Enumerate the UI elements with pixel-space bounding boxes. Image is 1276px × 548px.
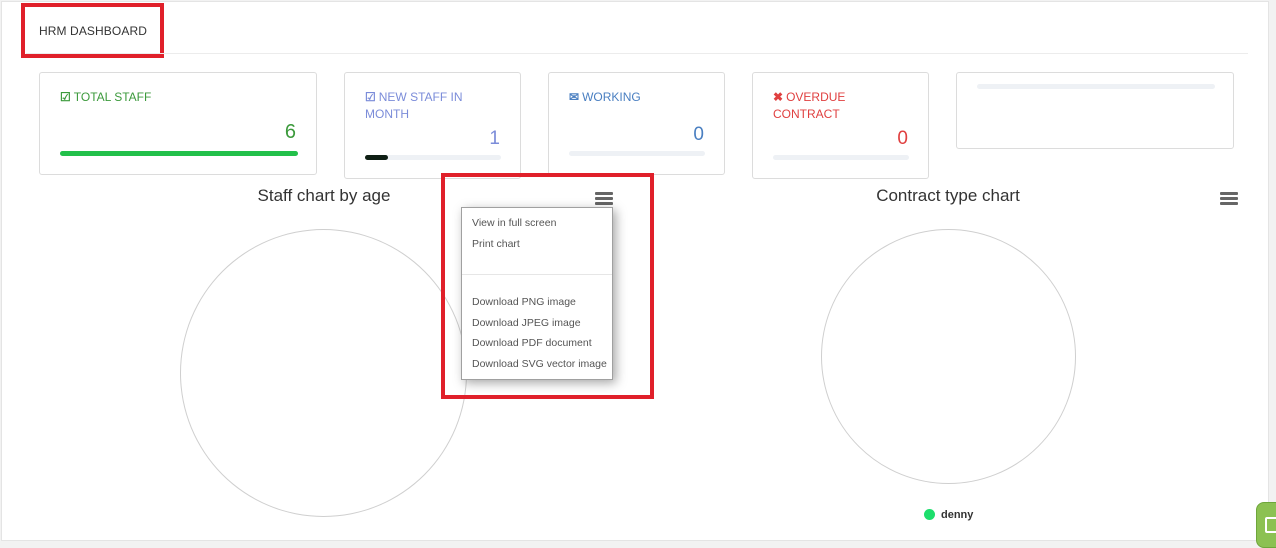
title-divider	[26, 53, 1248, 54]
card-label-text: NEW STAFF IN MONTH	[365, 90, 463, 121]
card-placeholder-bar	[977, 84, 1215, 89]
legend-dot-icon	[924, 509, 935, 520]
card-working[interactable]: ✉ WORKING 0	[548, 72, 725, 175]
card-label-text: TOTAL STAFF	[73, 90, 152, 104]
card-overdue-contract-label: ✖ OVERDUE CONTRACT	[773, 89, 893, 123]
card-placeholder	[956, 72, 1234, 149]
card-working-value: 0	[693, 124, 704, 145]
age-pie-chart[interactable]	[180, 229, 467, 517]
card-label-text: WORKING	[582, 90, 641, 104]
edit-icon: ☑	[365, 90, 376, 104]
card-label-text: OVERDUE CONTRACT	[773, 90, 846, 121]
highlight-box-menu	[441, 173, 654, 399]
page-title: HRM DASHBOARD	[39, 24, 147, 38]
card-new-staff-value: 1	[489, 128, 500, 149]
chat-button[interactable]	[1256, 502, 1276, 548]
card-overdue-contract-value: 0	[897, 128, 908, 149]
legend-item-denny[interactable]: denny	[924, 509, 973, 521]
close-icon: ✖	[773, 90, 784, 104]
card-total-staff[interactable]: ☑ TOTAL STAFF 6	[39, 72, 317, 175]
card-total-staff-progress	[60, 151, 298, 156]
envelope-icon: ✉	[569, 90, 580, 104]
contract-pie-chart[interactable]	[821, 229, 1076, 484]
card-total-staff-label: ☑ TOTAL STAFF	[60, 89, 151, 106]
card-new-staff-progress	[365, 155, 501, 160]
progress-fill	[365, 155, 389, 160]
card-overdue-contract-progress	[773, 155, 909, 160]
check-square-icon: ☑	[60, 90, 71, 104]
chat-icon	[1265, 517, 1276, 533]
card-working-progress	[569, 151, 705, 156]
card-total-staff-value: 6	[284, 121, 296, 143]
chart-contract-menu-button[interactable]	[1220, 192, 1238, 206]
card-new-staff[interactable]: ☑ NEW STAFF IN MONTH 1	[344, 72, 521, 179]
card-new-staff-label: ☑ NEW STAFF IN MONTH	[365, 89, 485, 123]
chart-title-age: Staff chart by age	[257, 186, 391, 205]
legend-label: denny	[941, 509, 974, 521]
chart-title-contract: Contract type chart	[876, 186, 1020, 205]
card-working-label: ✉ WORKING	[569, 89, 641, 106]
progress-fill	[60, 151, 298, 156]
card-overdue-contract[interactable]: ✖ OVERDUE CONTRACT 0	[752, 72, 929, 179]
